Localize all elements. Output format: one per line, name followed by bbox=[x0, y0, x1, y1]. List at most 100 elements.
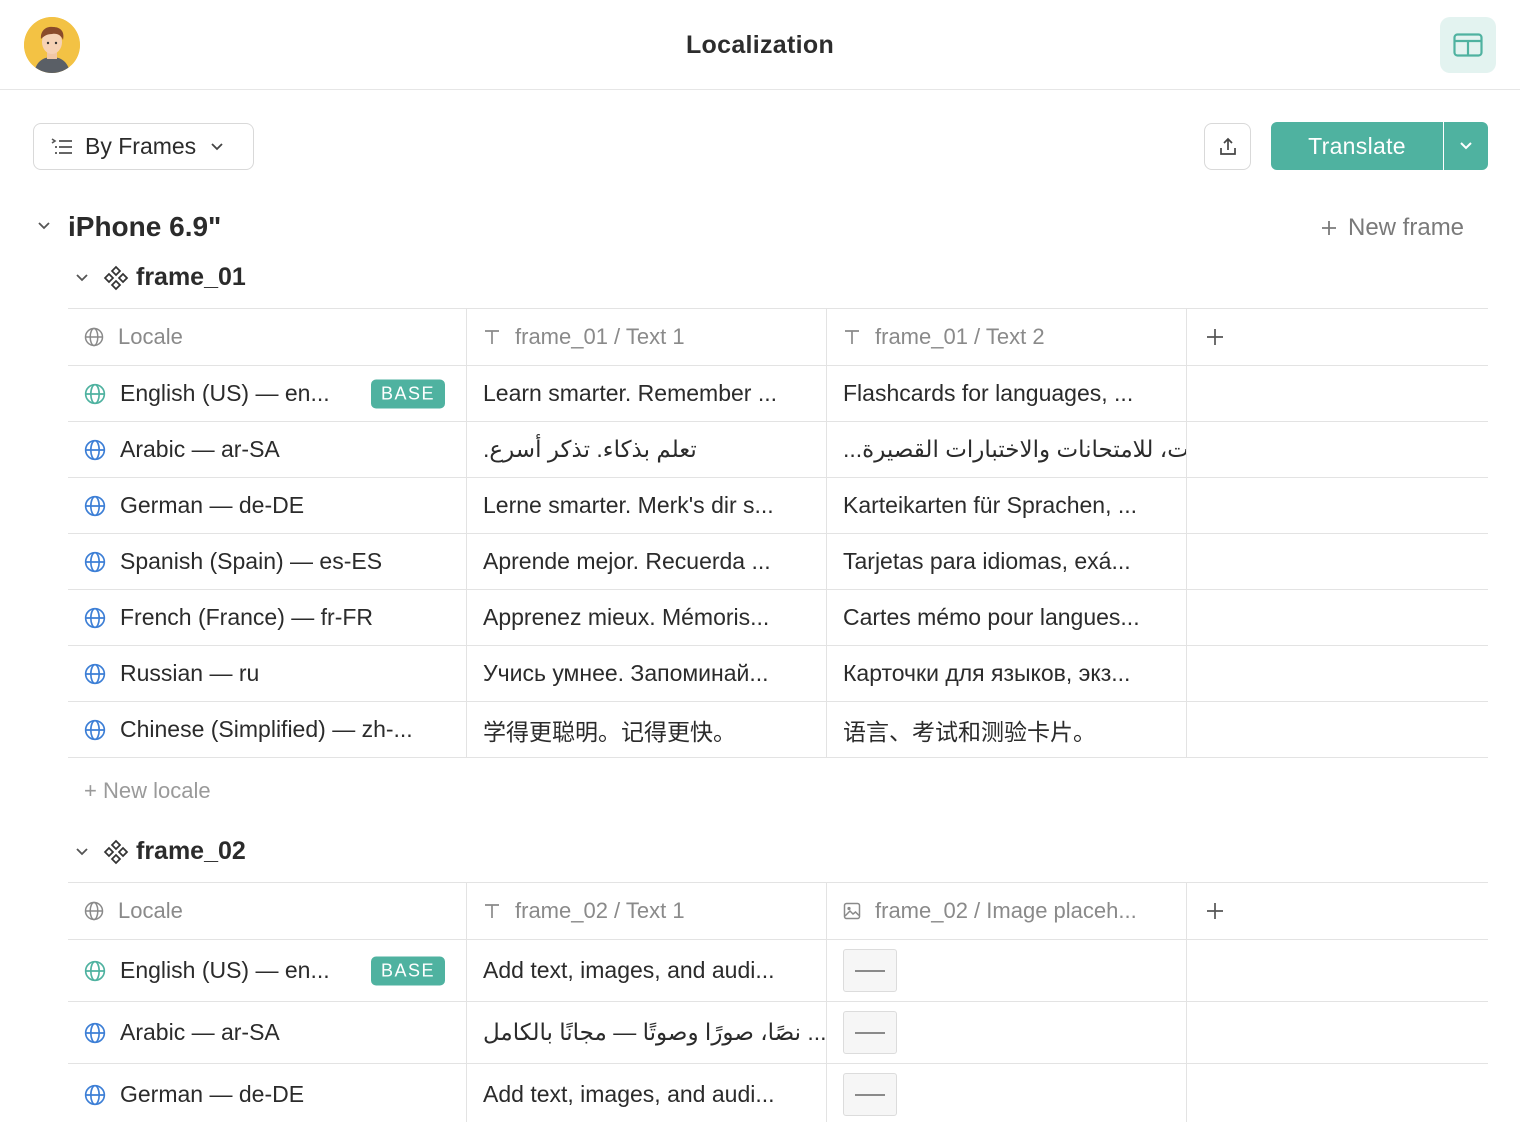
table-row[interactable]: English (US) — en... BASE Add text, imag… bbox=[68, 940, 1488, 1002]
globe-icon bbox=[84, 495, 106, 516]
table-row[interactable]: English (US) — en... BASE Learn smarter.… bbox=[68, 366, 1488, 422]
new-frame-button[interactable]: New frame bbox=[1320, 214, 1464, 242]
text-cell[interactable]: Flashcards for languages, ... bbox=[827, 366, 1187, 421]
table-row[interactable]: Spanish (Spain) — es-ES Aprende mejor. R… bbox=[68, 534, 1488, 590]
empty-cell bbox=[1187, 702, 1488, 757]
frame-header: frame_01 bbox=[0, 253, 1520, 305]
text-cell[interactable]: 学得更聪明。记得更快。 bbox=[467, 702, 827, 757]
column-header-label: Locale bbox=[118, 898, 183, 923]
list-icon bbox=[51, 137, 72, 154]
locale-name: Spanish (Spain) — es-ES bbox=[120, 548, 383, 574]
text-cell[interactable]: Aprende mejor. Recuerda ... bbox=[467, 534, 827, 589]
locale-cell[interactable]: Arabic — ar-SA bbox=[68, 1002, 467, 1063]
table-row[interactable]: German — de-DE Lerne smarter. Merk's dir… bbox=[68, 478, 1488, 534]
image-thumbnail[interactable] bbox=[843, 1011, 897, 1054]
locale-name: Chinese (Simplified) — zh-... bbox=[120, 716, 413, 742]
collapse-chevron-icon[interactable] bbox=[74, 846, 90, 858]
empty-cell bbox=[1187, 646, 1488, 701]
text-cell[interactable]: 语言、考试和测验卡片。 bbox=[827, 702, 1187, 757]
text-cell[interactable]: Karteikarten für Sprachen, ... bbox=[827, 478, 1187, 533]
export-button[interactable] bbox=[1204, 123, 1251, 170]
image-thumbnail[interactable] bbox=[843, 949, 897, 992]
text-cell-value: ... نصًا، صورًا وصوتًا — مجانًا بالكامل bbox=[483, 1019, 827, 1045]
translate-options-button[interactable] bbox=[1444, 122, 1488, 170]
new-locale-button[interactable]: + New locale bbox=[84, 778, 211, 804]
table-row[interactable]: French (France) — fr-FR Apprenez mieux. … bbox=[68, 590, 1488, 646]
globe-icon bbox=[84, 551, 106, 572]
empty-cell bbox=[1187, 534, 1488, 589]
column-header-label: frame_02 / Text 1 bbox=[515, 898, 685, 923]
locale-name: English (US) — en... bbox=[120, 380, 330, 406]
empty-cell bbox=[1187, 940, 1488, 1001]
empty-cell bbox=[1187, 366, 1488, 421]
empty-cell bbox=[1187, 1002, 1488, 1063]
text-cell[interactable]: Add text, images, and audi... bbox=[467, 940, 827, 1001]
locale-cell[interactable]: Spanish (Spain) — es-ES bbox=[68, 534, 467, 589]
group-by-dropdown[interactable]: By Frames bbox=[33, 123, 254, 170]
locale-cell[interactable]: German — de-DE bbox=[68, 1064, 467, 1122]
text-cell[interactable]: Учись умнее. Запоминай... bbox=[467, 646, 827, 701]
column-header-label: frame_02 / Image placeh... bbox=[875, 898, 1137, 923]
device-name: iPhone 6.9" bbox=[68, 211, 222, 242]
text-cell[interactable]: Карточки для языков, экз... bbox=[827, 646, 1187, 701]
collapse-chevron-icon[interactable] bbox=[36, 220, 52, 232]
globe-icon bbox=[84, 663, 106, 684]
globe-icon bbox=[84, 327, 104, 347]
new-frame-label: New frame bbox=[1348, 214, 1465, 241]
column-header-text[interactable]: frame_01 / Text 2 bbox=[827, 309, 1187, 365]
text-cell[interactable]: اللغات، للامتحانات والاختبارات القصيرة..… bbox=[827, 422, 1187, 477]
chevron-down-icon bbox=[211, 142, 223, 150]
empty-cell bbox=[1187, 422, 1488, 477]
table-header-row: Locale frame_02 / Text 1 frame_02 / Imag… bbox=[68, 883, 1488, 940]
table-row[interactable]: Russian — ru Учись умнее. Запоминай... К… bbox=[68, 646, 1488, 702]
text-cell[interactable]: Apprenez mieux. Mémoris... bbox=[467, 590, 827, 645]
column-header-text[interactable]: frame_01 / Text 1 bbox=[467, 309, 827, 365]
locale-cell[interactable]: French (France) — fr-FR bbox=[68, 590, 467, 645]
column-header-text[interactable]: frame_02 / Text 1 bbox=[467, 883, 827, 939]
upload-icon bbox=[1219, 137, 1236, 155]
locale-name: Arabic — ar-SA bbox=[120, 1019, 280, 1045]
layout-toggle-button[interactable] bbox=[1440, 17, 1496, 73]
locale-cell[interactable]: Arabic — ar-SA bbox=[68, 422, 467, 477]
text-cell[interactable]: Add text, images, and audi... bbox=[467, 1064, 827, 1122]
image-icon bbox=[843, 902, 861, 920]
translate-button[interactable]: Translate bbox=[1271, 122, 1443, 170]
text-cell[interactable]: Cartes mémo pour langues... bbox=[827, 590, 1187, 645]
text-cell-value: تعلم بذكاء. تذكر أسرع. bbox=[483, 436, 697, 462]
text-type-icon bbox=[485, 904, 499, 918]
text-cell[interactable]: تعلم بذكاء. تذكر أسرع. bbox=[467, 422, 827, 477]
table-row[interactable]: German — de-DE Add text, images, and aud… bbox=[68, 1064, 1488, 1122]
table-row[interactable]: Arabic — ar-SA ... نصًا، صورًا وصوتًا — … bbox=[68, 1002, 1488, 1064]
locale-cell[interactable]: Chinese (Simplified) — zh-... bbox=[68, 702, 467, 757]
locale-name: English (US) — en... bbox=[120, 957, 330, 983]
globe-icon bbox=[84, 383, 106, 404]
toolbar: By Frames Translate bbox=[0, 90, 1520, 200]
text-cell[interactable]: Learn smarter. Remember ... bbox=[467, 366, 827, 421]
collapse-chevron-icon[interactable] bbox=[74, 272, 90, 284]
text-cell-value: اللغات، للامتحانات والاختبارات القصيرة..… bbox=[843, 436, 1187, 462]
frame-name: frame_02 bbox=[136, 837, 246, 865]
column-header-image[interactable]: frame_02 / Image placeh... bbox=[827, 883, 1187, 939]
text-cell[interactable]: ... نصًا، صورًا وصوتًا — مجانًا بالكامل bbox=[467, 1002, 827, 1063]
column-header-locale[interactable]: Locale bbox=[68, 309, 467, 365]
column-header-locale[interactable]: Locale bbox=[68, 883, 467, 939]
locale-cell[interactable]: English (US) — en... BASE bbox=[68, 940, 467, 1001]
text-cell[interactable]: Lerne smarter. Merk's dir s... bbox=[467, 478, 827, 533]
locale-cell[interactable]: Russian — ru bbox=[68, 646, 467, 701]
table-header-row: Locale frame_01 / Text 1 frame_01 / Text… bbox=[68, 309, 1488, 366]
text-type-icon bbox=[485, 330, 499, 344]
table-row[interactable]: Chinese (Simplified) — zh-... 学得更聪明。记得更快… bbox=[68, 702, 1488, 758]
group-by-label: By Frames bbox=[85, 133, 197, 159]
locale-cell[interactable]: German — de-DE bbox=[68, 478, 467, 533]
image-thumbnail[interactable] bbox=[843, 1073, 897, 1116]
image-cell[interactable] bbox=[827, 1064, 1187, 1122]
image-cell[interactable] bbox=[827, 940, 1187, 1001]
plus-icon bbox=[1207, 903, 1223, 919]
empty-cell bbox=[1187, 1064, 1488, 1122]
table-row[interactable]: Arabic — ar-SA تعلم بذكاء. تذكر أسرع. ال… bbox=[68, 422, 1488, 478]
locale-cell[interactable]: English (US) — en... BASE bbox=[68, 366, 467, 421]
image-cell[interactable] bbox=[827, 1002, 1187, 1063]
text-cell[interactable]: Tarjetas para idiomas, exá... bbox=[827, 534, 1187, 589]
add-column-button[interactable] bbox=[1187, 309, 1488, 365]
add-column-button[interactable] bbox=[1187, 883, 1488, 939]
